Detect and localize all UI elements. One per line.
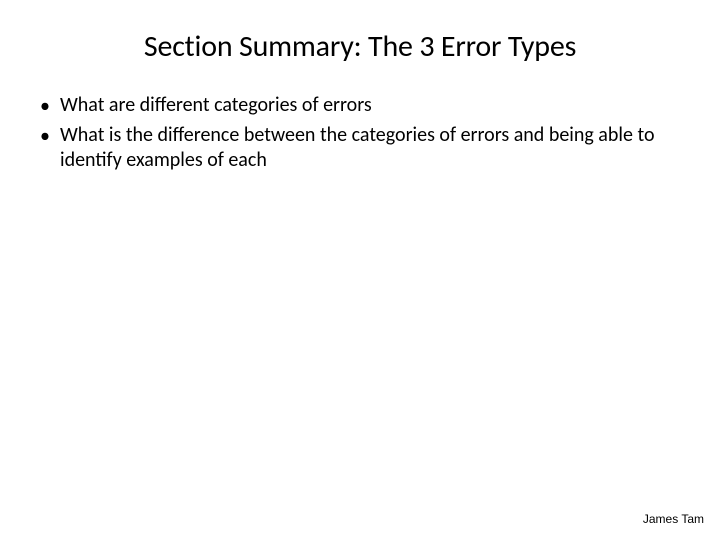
footer-author: James Tam — [643, 512, 704, 526]
bullet-icon: • — [40, 123, 60, 149]
list-item: • What are different categories of error… — [40, 93, 690, 119]
slide-container: Section Summary: The 3 Error Types • Wha… — [0, 0, 720, 540]
bullet-text: What is the difference between the categ… — [60, 123, 690, 173]
bullet-icon: • — [40, 93, 60, 119]
bullet-list: • What are different categories of error… — [30, 93, 690, 173]
bullet-text: What are different categories of errors — [60, 93, 690, 118]
list-item: • What is the difference between the cat… — [40, 123, 690, 173]
slide-title: Section Summary: The 3 Error Types — [30, 28, 690, 65]
